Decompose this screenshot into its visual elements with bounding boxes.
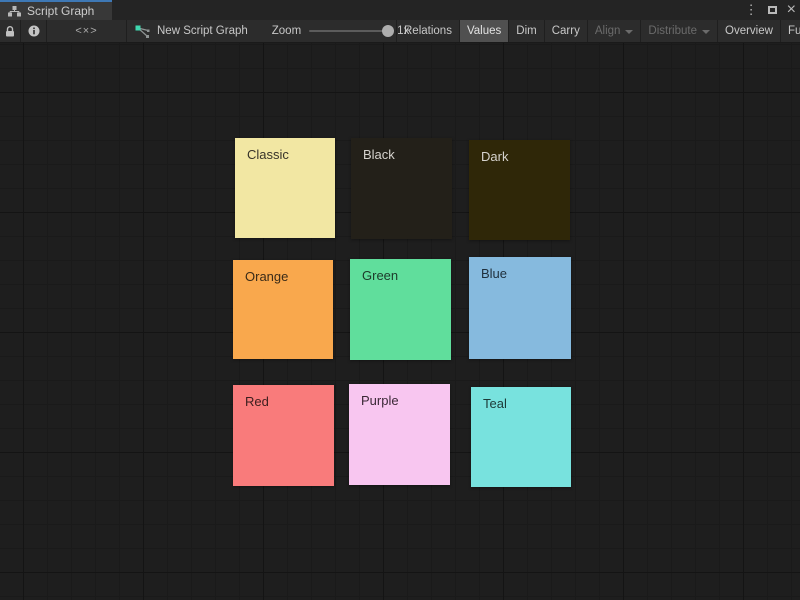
toolbar-button-dim[interactable]: Dim [508, 20, 543, 42]
chevron-down-icon [625, 30, 633, 34]
zoom-slider[interactable] [309, 30, 389, 32]
toolbar-button-relations[interactable]: Relations [396, 20, 459, 42]
graph-toolbar: <×> New Script Graph Zoom 1x Relation [0, 20, 800, 43]
view-toggle-group: Relations Values Dim Carry Align Distrib… [396, 20, 800, 42]
close-icon[interactable]: × [787, 0, 796, 20]
graph-name-section: New Script Graph [127, 20, 258, 42]
sticky-note-black[interactable]: Black [351, 138, 452, 239]
tab-script-graph[interactable]: Script Graph [0, 0, 112, 20]
sticky-note-teal[interactable]: Teal [471, 387, 571, 487]
code-icon: <×> [75, 25, 97, 37]
code-view-button[interactable]: <×> [47, 20, 127, 42]
sticky-note-dark[interactable]: Dark [469, 140, 570, 240]
chevron-down-icon [702, 30, 710, 34]
zoom-label: Zoom [272, 25, 301, 37]
sticky-note-title: Teal [483, 396, 507, 411]
toolbar-button-full-screen[interactable]: Full Screen [780, 20, 800, 42]
toolbar-button-align[interactable]: Align [587, 20, 641, 42]
sticky-note-blue[interactable]: Blue [469, 257, 571, 359]
info-button[interactable] [21, 20, 47, 42]
lock-icon [5, 26, 15, 37]
sticky-note-title: Green [362, 268, 398, 283]
sticky-note-red[interactable]: Red [233, 385, 334, 486]
toolbar-button-overview[interactable]: Overview [717, 20, 780, 42]
toolbar-button-carry[interactable]: Carry [544, 20, 587, 42]
sticky-note-title: Orange [245, 269, 288, 284]
sticky-note-title: Black [363, 147, 395, 162]
sticky-note-purple[interactable]: Purple [349, 384, 450, 485]
tab-title: Script Graph [27, 4, 94, 18]
window-menu-icon[interactable]: ⋮ [745, 0, 758, 20]
toolbar-button-distribute[interactable]: Distribute [640, 20, 717, 42]
sticky-note-title: Red [245, 394, 269, 409]
maximize-icon[interactable] [768, 6, 777, 14]
toolbar-button-values[interactable]: Values [459, 20, 508, 42]
sticky-note-classic[interactable]: Classic [235, 138, 335, 238]
lock-button[interactable] [0, 20, 21, 42]
zoom-control: Zoom 1x [258, 20, 410, 42]
sticky-note-title: Classic [247, 147, 289, 162]
tab-bar: Script Graph ⋮ × [0, 0, 800, 20]
sticky-note-title: Dark [481, 149, 508, 164]
script-graph-icon [135, 25, 150, 38]
sticky-note-orange[interactable]: Orange [233, 260, 333, 359]
window-controls: ⋮ × [745, 0, 796, 20]
zoom-slider-handle[interactable] [382, 25, 394, 37]
graph-hierarchy-icon [8, 6, 21, 17]
info-icon [28, 25, 40, 37]
graph-name-label: New Script Graph [157, 25, 248, 37]
sticky-note-title: Purple [361, 393, 399, 408]
script-graph-window: Script Graph ⋮ × [0, 0, 800, 600]
sticky-note-green[interactable]: Green [350, 259, 451, 360]
sticky-note-title: Blue [481, 266, 507, 281]
